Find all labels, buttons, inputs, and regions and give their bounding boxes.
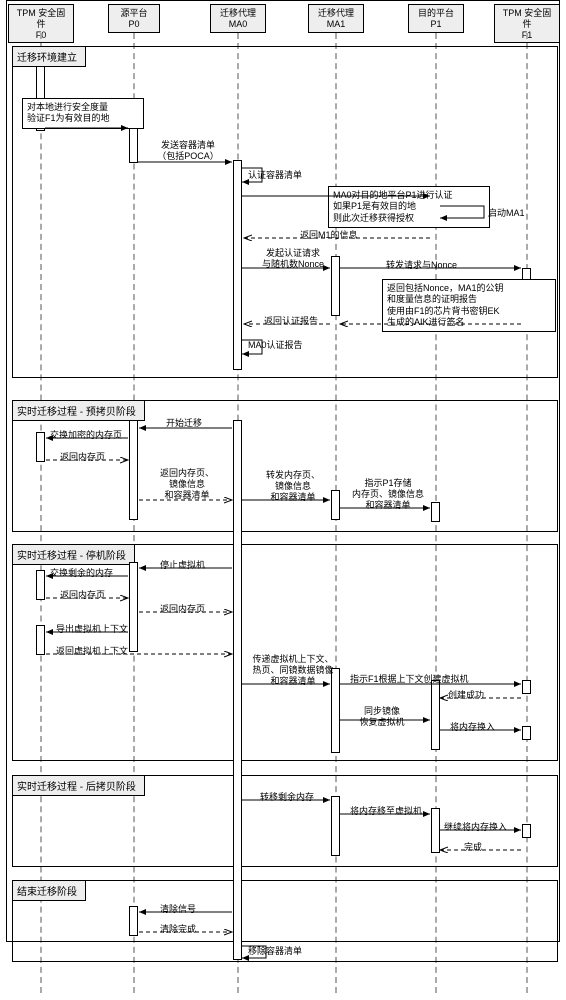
msg: 转发内存页、镜像信息和容器清单 — [258, 470, 328, 502]
msg: 返回内存页 — [160, 604, 205, 615]
activation — [522, 824, 531, 838]
group-label: 结束迁移阶段 — [12, 880, 86, 901]
activation — [431, 808, 440, 853]
group-label: 实时迁移过程 - 预拷贝阶段 — [12, 400, 145, 421]
activation — [36, 625, 45, 655]
msg: 传递虚拟机上下文、热页、同镜数据镜像和容器清单 — [248, 654, 338, 686]
note-text: MA0对目的地平台P1进行认证如果P1是有效目的地则此次迁移获得授权 — [333, 190, 453, 223]
msg: 转发请求与Nonce — [386, 260, 457, 271]
activation — [129, 906, 138, 936]
group-label: 实时迁移过程 - 后拷贝阶段 — [12, 775, 145, 796]
msg: 返回认证报告 — [264, 316, 318, 327]
msg: 转移剩余内存 — [260, 792, 314, 803]
note-text: 对本地进行安全度量验证F1为有效目的地 — [27, 102, 110, 123]
activation — [431, 680, 440, 750]
group-label: 迁移环境建立 — [12, 46, 86, 67]
msg: 启动MA1 — [488, 208, 525, 219]
msg: 指示F1根据上下文创建虚拟机 — [350, 674, 469, 685]
note: 返回包括Nonce，MA1的公钥和度量信息的证明报告使用由F1的芯片背书密钥EK… — [382, 279, 556, 332]
msg: 开始迁移 — [166, 418, 202, 429]
msg: 将内存移至虚拟机 — [350, 806, 422, 817]
msg: 发送容器清单（包括POCA） — [148, 140, 228, 162]
msg: 创建成功 — [448, 690, 484, 701]
msg: 发起认证请求与随机数Nonce — [258, 248, 328, 270]
group-postcopy: 实时迁移过程 - 后拷贝阶段 — [12, 775, 558, 867]
note-text: 返回包括Nonce，MA1的公钥和度量信息的证明报告使用由F1的芯片背书密钥EK… — [387, 283, 504, 327]
activation — [233, 420, 242, 960]
activation — [36, 570, 45, 600]
group-label: 实时迁移过程 - 停机阶段 — [12, 544, 135, 565]
msg: 交换剩余的内存 — [50, 568, 113, 579]
activation — [331, 490, 340, 520]
msg: 同步镜像恢复虚拟机 — [352, 706, 412, 728]
msg: 清除信号 — [160, 904, 196, 915]
msg: 导出虚拟机上下文 — [56, 624, 128, 635]
msg: 返回M1的信息 — [300, 230, 358, 241]
activation — [522, 726, 531, 740]
msg: 移除容器清单 — [248, 946, 302, 957]
msg: 继续将内存换入 — [444, 822, 507, 833]
msg: 交换加密的内存页 — [50, 430, 122, 441]
msg: 返回内存页、镜像信息和容器清单 — [152, 468, 222, 500]
activation — [522, 680, 531, 694]
msg: 清除完成 — [160, 924, 196, 935]
activation — [129, 562, 138, 652]
activation — [129, 420, 138, 520]
activation — [331, 796, 340, 856]
note: 对本地进行安全度量验证F1为有效目的地 — [22, 98, 144, 129]
group-precopy: 实时迁移过程 - 预拷贝阶段 — [12, 400, 558, 532]
msg: 返回内存页 — [60, 590, 105, 601]
activation — [331, 256, 340, 316]
msg: 停止虚拟机 — [160, 560, 205, 571]
activation — [36, 432, 45, 462]
msg: 返回内存页 — [60, 452, 105, 463]
activation — [129, 128, 138, 163]
msg: MA0认证报告 — [248, 340, 303, 351]
msg: 认证容器清单 — [248, 170, 302, 181]
msg: 返回虚拟机上下文 — [56, 646, 128, 657]
note: MA0对目的地平台P1进行认证如果P1是有效目的地则此次迁移获得授权 — [328, 186, 490, 228]
msg: 将内存换入 — [450, 722, 495, 733]
activation — [233, 160, 242, 370]
activation — [431, 502, 440, 522]
msg: 指示P1存储内存页、镜像信息和容器清单 — [348, 478, 428, 510]
msg: 完成 — [464, 842, 482, 853]
